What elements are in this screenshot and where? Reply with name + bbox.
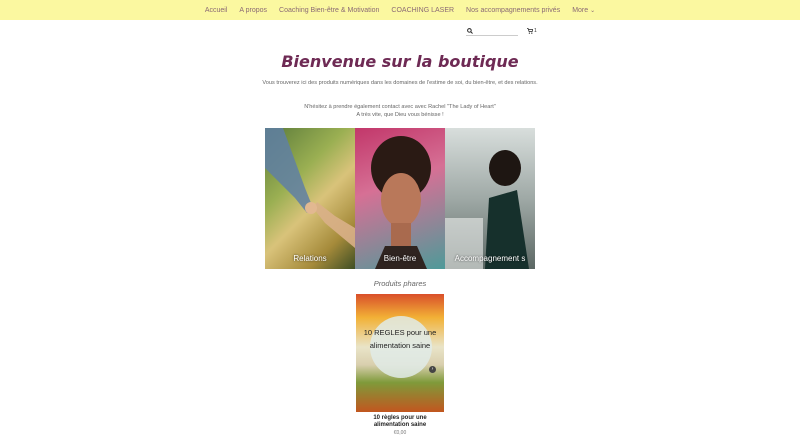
nav-item-coaching-bien-etre[interactable]: Coaching Bien-être & Motivation — [273, 7, 385, 14]
product-price: €0,00 — [393, 430, 407, 436]
nav-item-a-propos[interactable]: A propos — [233, 7, 273, 14]
category-relations[interactable]: Relations — [265, 128, 355, 269]
category-grid: Relations Bien-être Accompagnement s — [265, 128, 535, 269]
contact-text: N'hésitez à prendre également contact av… — [262, 103, 538, 119]
nav-item-more[interactable]: More ⌄ — [566, 7, 601, 14]
search-icon — [467, 27, 473, 34]
nav-item-accompagnements-prives[interactable]: Nos accompagnements privés — [460, 7, 566, 14]
product-card: 10 REGLES pour une alimentation saine › … — [356, 294, 444, 436]
cart-button[interactable]: 1 — [527, 28, 537, 34]
search-box — [466, 26, 518, 36]
category-accompagnements[interactable]: Accompagnement s — [445, 128, 535, 269]
nav-item-coaching-laser[interactable]: COACHING LASER — [385, 7, 460, 14]
product-name[interactable]: 10 règles pour une alimentation saine — [356, 415, 444, 429]
category-bien-etre[interactable]: Bien-être — [355, 128, 445, 269]
cart-count: 1 — [534, 28, 537, 34]
category-label-accompagnements: Accompagnement s — [454, 254, 526, 263]
utility-bar: 1 — [466, 25, 538, 37]
category-label-relations: Relations — [293, 254, 327, 263]
chevron-down-icon: ⌄ — [590, 7, 596, 14]
featured-products-title: Produits phares — [373, 279, 427, 288]
cart-icon — [527, 28, 533, 34]
category-relations-image — [265, 128, 355, 248]
product-image-text: 10 REGLES pour une alimentation saine — [363, 328, 437, 350]
contact-line-2: A très vite, que Dieu vous bénisse ! — [356, 112, 444, 118]
product-image[interactable]: 10 REGLES pour une alimentation saine › — [356, 294, 444, 412]
category-bien-etre-image — [371, 136, 431, 269]
category-label-bien-etre: Bien-être — [383, 254, 417, 263]
chevron-right-icon[interactable]: › — [429, 366, 436, 373]
top-navigation: Accueil A propos Coaching Bien-être & Mo… — [0, 0, 800, 20]
nav-item-accueil[interactable]: Accueil — [199, 7, 234, 14]
page-title: Bienvenue sur la boutique — [281, 52, 519, 71]
contact-line-1: N'hésitez à prendre également contact av… — [304, 104, 496, 110]
category-accompagnements-image — [445, 150, 529, 269]
nav-more-label: More — [572, 6, 589, 14]
search-input[interactable] — [475, 26, 517, 35]
intro-text: Vous trouverez ici des produits numériqu… — [262, 80, 538, 86]
